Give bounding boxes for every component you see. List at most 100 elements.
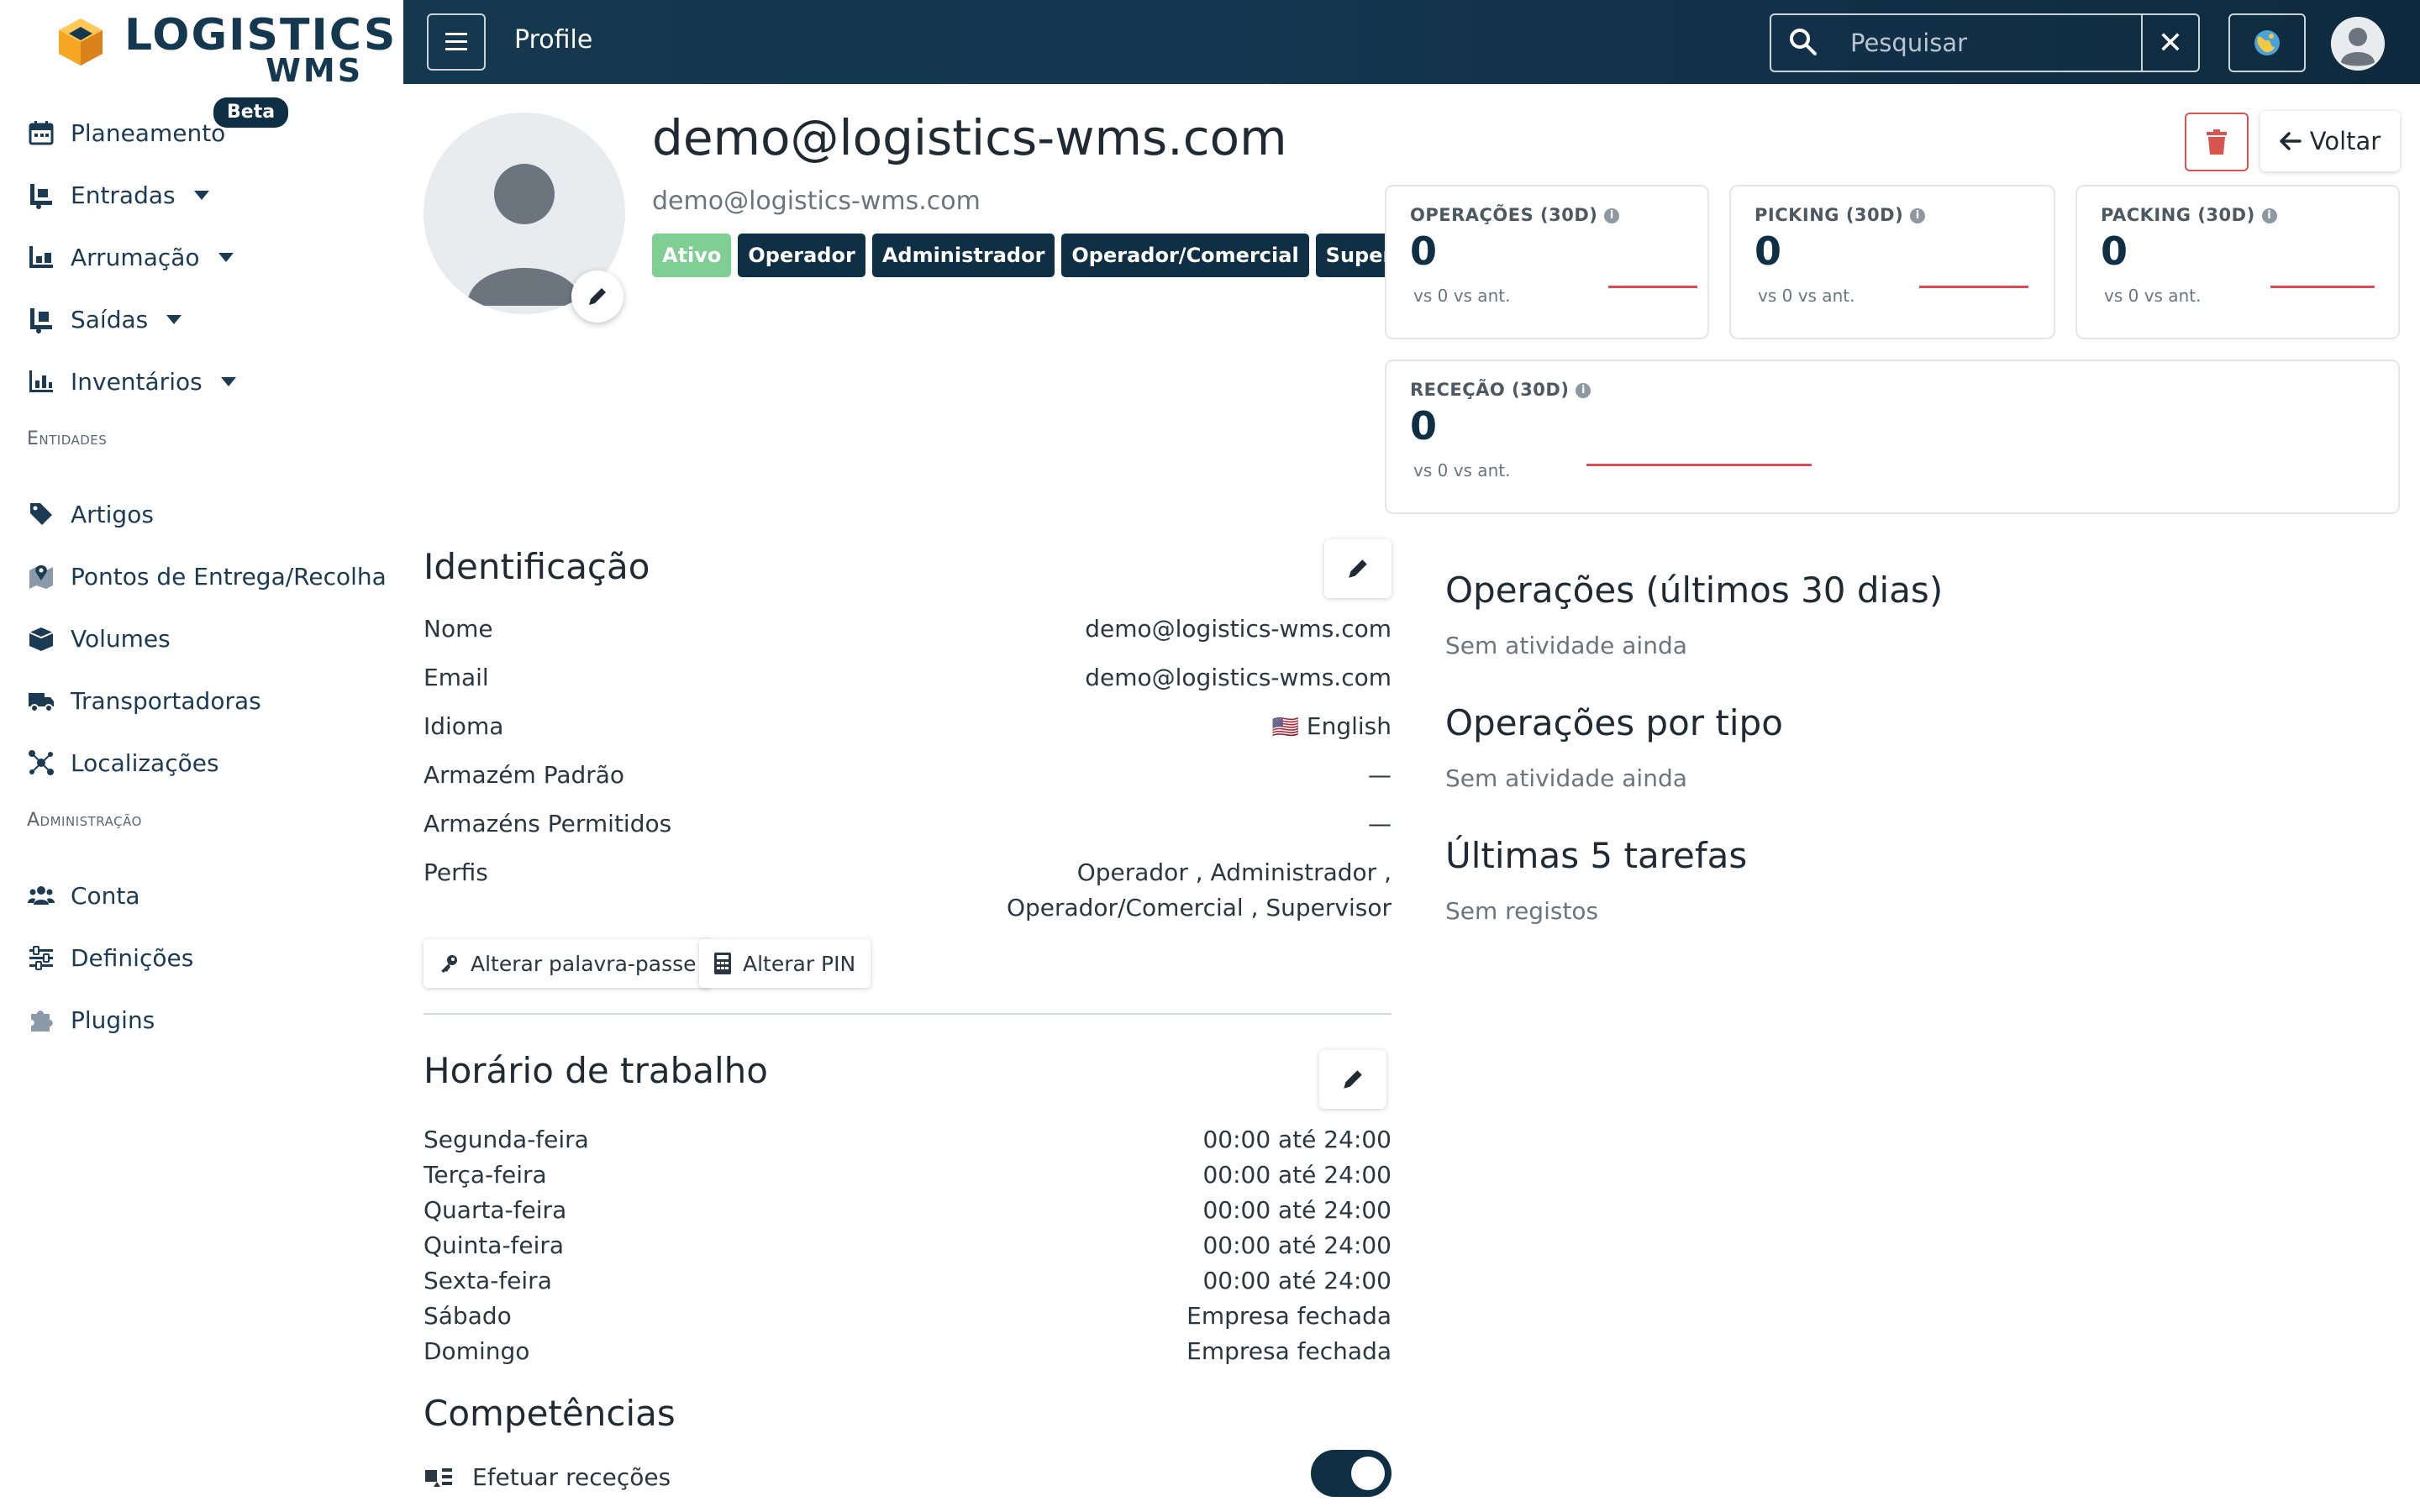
schedule-day: Segunda-feira <box>424 1126 589 1153</box>
key-icon <box>441 955 457 973</box>
sparkline <box>1586 464 1812 466</box>
change-password-button[interactable]: Alterar palavra-passe <box>424 939 712 988</box>
kpi-value: 0 <box>1410 403 1438 449</box>
logo-subtitle: WMS <box>266 52 364 89</box>
field-label: Armazéns Permitidos <box>424 810 672 837</box>
back-button[interactable]: Voltar <box>2260 111 2400 171</box>
sidebar-item-arrumacao[interactable]: Arrumação <box>27 234 234 281</box>
inbound-icon <box>30 184 52 209</box>
field-value: Operador/Comercial , Supervisor <box>1006 894 1392 921</box>
sparkline <box>1919 286 2028 288</box>
sidebar-item-label: Artigos <box>71 500 154 528</box>
sidebar-item-planeamento[interactable]: Planeamento <box>27 109 225 156</box>
schedule-hours: Empresa fechada <box>1186 1302 1392 1330</box>
shelving-icon <box>29 246 53 268</box>
sidebar-item-label: Pontos de Entrega/Recolha <box>71 562 387 591</box>
edit-schedule-button[interactable] <box>1319 1050 1386 1109</box>
clear-search-button[interactable]: ✕ <box>2141 13 2200 72</box>
theme-toggle-button[interactable] <box>2228 13 2306 72</box>
section-title-competencias: Competências <box>424 1393 676 1434</box>
sidebar-item-plugins[interactable]: Plugins <box>27 996 155 1043</box>
flag-icon: 🇺🇸 <box>1271 715 1299 740</box>
sidebar-item-label: Transportadoras <box>71 686 261 715</box>
field-value: Operador , Administrador , <box>1076 858 1392 886</box>
globe-icon <box>2254 30 2280 55</box>
calculator-icon <box>714 953 731 974</box>
kpi-label: RECEÇÃO (30D) <box>1410 380 1570 400</box>
sidebar-item-label: Entradas <box>71 181 176 209</box>
role-badge: Administrador <box>871 234 1055 277</box>
sidebar-item-transportadoras[interactable]: Transportadoras <box>27 677 261 724</box>
schedule-day: Quinta-feira <box>424 1231 565 1259</box>
section-title-horario: Horário de trabalho <box>424 1050 768 1091</box>
sidebar-item-saidas[interactable]: Saídas <box>27 296 182 343</box>
sidebar-item-label: Conta <box>71 881 140 910</box>
ops-chart-empty: Sem atividade ainda <box>1445 632 1687 659</box>
kpi-card-picking: PICKING (30D) i 0 vs 0 vs ant. <box>1729 185 2055 339</box>
sidebar-item-label: Plugins <box>71 1005 155 1034</box>
field-label: Email <box>424 664 489 691</box>
pencil-icon <box>1344 1070 1362 1089</box>
schedule-day: Quarta-feira <box>424 1196 567 1224</box>
user-icon <box>2331 17 2385 71</box>
section-title-identificacao: Identificação <box>424 546 650 587</box>
field-value: — <box>1368 761 1392 789</box>
user-avatar[interactable] <box>2331 17 2385 71</box>
chevron-down-icon <box>193 190 209 200</box>
sidebar-item-definicoes[interactable]: Definições <box>27 934 193 981</box>
sidebar-item-pontos[interactable]: Pontos de Entrega/Recolha <box>27 553 387 600</box>
tasks-empty: Sem registos <box>1445 897 1599 925</box>
trash-icon <box>2207 129 2227 155</box>
sliders-icon <box>29 946 53 970</box>
schedule-hours: 00:00 até 24:00 <box>1202 1161 1392 1189</box>
edit-photo-button[interactable] <box>571 270 623 323</box>
sidebar-item-label: Arrumação <box>71 243 200 271</box>
sidebar-item-volumes[interactable]: Volumes <box>27 615 171 662</box>
chevron-down-icon <box>220 376 236 386</box>
sidebar-item-inventarios[interactable]: Inventários <box>27 358 236 405</box>
tasks-title: Últimas 5 tarefas <box>1445 835 1748 876</box>
close-icon: ✕ <box>2157 25 2184 60</box>
sidebar-item-entradas[interactable]: Entradas <box>27 171 209 218</box>
change-pin-button[interactable]: Alterar PIN <box>699 939 871 988</box>
search-input[interactable] <box>1849 18 2129 67</box>
field-value-language: 🇺🇸 English <box>1272 712 1392 740</box>
schedule-day: Terça-feira <box>424 1161 547 1189</box>
role-badges: Ativo Operador Administrador Operador/Co… <box>652 234 1459 277</box>
field-label: Armazém Padrão <box>424 761 625 789</box>
language-value: English <box>1306 712 1392 740</box>
kpi-sub: vs 0 vs ant. <box>1413 460 1511 480</box>
kpi-value: 0 <box>1754 228 1782 274</box>
info-icon: i <box>1604 208 1620 223</box>
pencil-icon <box>589 288 606 305</box>
section-entidades: Entidades <box>27 428 108 449</box>
field-label: Idioma <box>424 712 504 740</box>
inventory-icon <box>29 370 53 392</box>
kpi-sub: vs 0 vs ant. <box>1413 286 1511 306</box>
role-badge: Operador <box>738 234 865 277</box>
kpi-card-packing: PACKING (30D) i 0 vs 0 vs ant. <box>2075 185 2400 339</box>
change-password-label: Alterar palavra-passe <box>471 951 697 976</box>
field-label: Nome <box>424 615 493 643</box>
puzzle-icon <box>31 1011 53 1032</box>
field-value: demo@logistics-wms.com <box>1085 664 1392 691</box>
sidebar-item-artigos[interactable]: Artigos <box>27 491 154 538</box>
menu-toggle-button[interactable] <box>427 13 486 71</box>
competence-toggle[interactable] <box>1311 1450 1392 1497</box>
section-administracao: Administração <box>27 810 142 831</box>
sidebar-item-conta[interactable]: Conta <box>27 872 140 919</box>
sidebar-item-localizacoes[interactable]: Localizações <box>27 739 219 786</box>
kpi-card-operacoes: OPERAÇÕES (30D) i 0 vs 0 vs ant. <box>1385 185 1709 339</box>
schedule-hours: Empresa fechada <box>1186 1337 1392 1365</box>
delete-button[interactable] <box>2185 113 2249 171</box>
toggle-knob <box>1351 1457 1385 1490</box>
edit-identification-button[interactable] <box>1324 539 1392 598</box>
change-pin-label: Alterar PIN <box>743 951 856 976</box>
profile-title: demo@logistics-wms.com <box>652 109 1287 166</box>
info-icon: i <box>2261 208 2277 223</box>
receiving-icon <box>425 1468 452 1487</box>
tags-icon <box>30 503 52 525</box>
sidebar-item-label: Inventários <box>71 367 203 396</box>
truck-icon <box>29 693 54 712</box>
schedule-hours: 00:00 até 24:00 <box>1202 1196 1392 1224</box>
